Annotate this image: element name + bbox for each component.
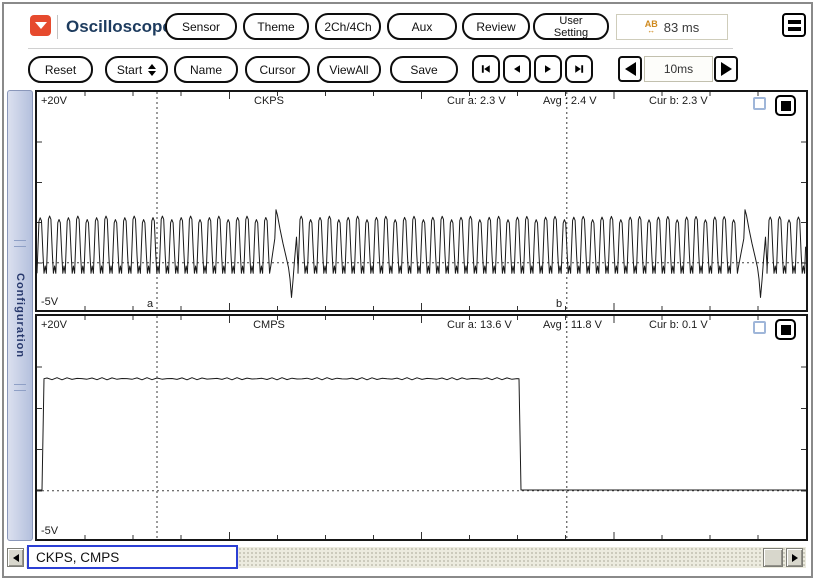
app-menu-icon[interactable]	[30, 15, 51, 36]
ch2-color-button[interactable]	[775, 319, 796, 340]
ch2-avg-readout: Avg : 11.8 V	[543, 319, 602, 331]
ch1-vmin-label: -5V	[41, 296, 59, 308]
ch2-cursor-b-readout: Cur b: 0.1 V	[649, 319, 708, 331]
ch2-vmin-label: -5V	[41, 525, 59, 537]
save-button[interactable]: Save	[390, 56, 458, 83]
channel-1-panel: +20V CKPS Cur a: 2.3 V Avg : 2.4 V Cur b…	[35, 90, 808, 312]
left-arrow-icon	[12, 553, 19, 562]
skip-end-icon	[575, 65, 584, 73]
step-back-button[interactable]	[503, 55, 531, 83]
divider	[57, 15, 58, 39]
step-forward-button[interactable]	[534, 55, 562, 83]
ch1-color-button[interactable]	[775, 95, 796, 116]
right-arrow-icon	[720, 62, 732, 76]
grip-icon	[14, 384, 26, 392]
ch1-cursor-a-readout: Cur a: 2.3 V	[447, 95, 506, 107]
next-icon	[545, 65, 551, 73]
name-button[interactable]: Name	[174, 56, 238, 83]
skip-start-icon	[481, 65, 490, 73]
ch1-checkbox[interactable]	[753, 97, 766, 110]
right-arrow-icon	[791, 553, 798, 562]
ch2-name-label: CMPS	[253, 319, 285, 331]
ch1-avg-readout: Avg : 2.4 V	[543, 95, 597, 107]
timebase-decrease-button[interactable]	[618, 56, 642, 82]
channel-2-panel: +20V CMPS Cur a: 13.6 V Avg : 11.8 V Cur…	[35, 314, 808, 541]
review-button[interactable]: Review	[462, 13, 530, 40]
ch1-color-swatch	[780, 100, 791, 111]
configuration-label: Configuration	[14, 272, 26, 359]
start-button[interactable]: Start	[105, 56, 168, 83]
previous-icon	[514, 65, 520, 73]
scrollbar-thumb[interactable]	[763, 548, 783, 567]
scroll-left-button[interactable]	[7, 548, 24, 567]
skip-to-end-button[interactable]	[565, 55, 593, 83]
skip-to-start-button[interactable]	[472, 55, 500, 83]
ch1-cursor-b-letter: b	[556, 298, 563, 310]
user-setting-button[interactable]: User Setting	[533, 13, 609, 40]
ch1-cursor-a-letter: a	[147, 298, 154, 310]
start-spinner-icon	[148, 63, 157, 76]
configuration-tab[interactable]: Configuration	[7, 90, 33, 541]
channel-2-plot-area[interactable]	[37, 316, 806, 539]
ab-cursor-time-icon: AB ↔	[644, 18, 658, 35]
chevron-down-icon	[34, 22, 47, 29]
status-badge: CKPS, CMPS	[27, 545, 238, 569]
timebase-increase-button[interactable]	[714, 56, 738, 82]
aux-button[interactable]: Aux	[387, 13, 457, 40]
cursor-time-value: 83 ms	[663, 19, 700, 35]
oscilloscope-window: Oscilloscope Sensor Theme 2Ch/4Ch Aux Re…	[0, 0, 815, 580]
channel-mode-button[interactable]: 2Ch/4Ch	[315, 13, 381, 40]
scroll-right-button[interactable]	[786, 548, 803, 567]
menu-icon[interactable]	[782, 13, 806, 37]
grip-icon	[14, 239, 26, 247]
channel-1-plot-area[interactable]	[37, 92, 806, 310]
theme-button[interactable]: Theme	[243, 13, 309, 40]
sensor-button[interactable]: Sensor	[165, 13, 237, 40]
timebase-value: 10ms	[644, 56, 713, 82]
ch2-cursor-a-readout: Cur a: 13.6 V	[447, 319, 512, 331]
ch2-color-swatch	[780, 324, 791, 335]
ch2-vmax-label: +20V	[41, 319, 67, 331]
left-arrow-icon	[624, 62, 636, 76]
ch2-checkbox[interactable]	[753, 321, 766, 334]
ch1-cursor-b-readout: Cur b: 2.3 V	[649, 95, 708, 107]
ch1-name-label: CKPS	[254, 95, 284, 107]
cursor-button[interactable]: Cursor	[245, 56, 310, 83]
toolbar-separator	[28, 48, 733, 49]
reset-button[interactable]: Reset	[28, 56, 93, 83]
cursor-time-display: AB ↔ 83 ms	[616, 14, 728, 40]
page-title: Oscilloscope	[66, 17, 172, 36]
ch1-vmax-label: +20V	[41, 95, 67, 107]
viewall-button[interactable]: ViewAll	[317, 56, 381, 83]
